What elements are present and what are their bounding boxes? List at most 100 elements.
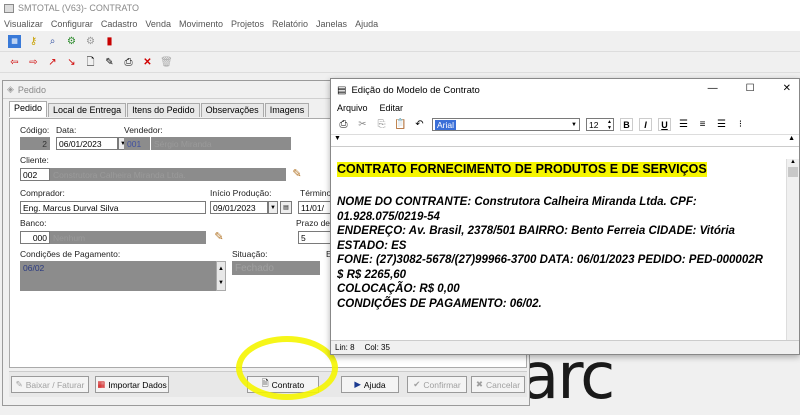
main-toolbar-1: ▦ ⚷ ⌕ ⚙ ⚙ ▮ <box>0 32 800 52</box>
app-titlebar: SMTOTAL (V63)- CONTRATO <box>0 0 800 16</box>
prazo-field[interactable]: 5 <box>298 231 334 244</box>
menu-projetos[interactable]: Projetos <box>231 19 264 29</box>
ruler-indent-marker-icon[interactable]: ▼ <box>334 135 341 142</box>
tools-icon[interactable]: ⚙ <box>65 35 78 48</box>
arrow-up-right-icon[interactable]: ↗ <box>46 56 59 69</box>
arrow-left-icon[interactable]: ⇦ <box>8 56 21 69</box>
check-icon: ✔ <box>413 379 421 389</box>
ruler-right-marker-icon[interactable]: ▲ <box>788 135 795 142</box>
menu-arquivo[interactable]: Arquivo <box>337 103 368 113</box>
align-right-icon[interactable]: ☰ <box>715 118 728 131</box>
menu-visualizar[interactable]: Visualizar <box>4 19 43 29</box>
paste-icon[interactable]: 📋 <box>394 118 407 131</box>
exit-door-icon[interactable]: ▮ <box>103 35 116 48</box>
calculator-icon[interactable]: ▦ <box>8 35 21 48</box>
inicio-producao-field[interactable]: 09/01/2023 <box>210 201 268 214</box>
menu-relatorio[interactable]: Relatório <box>272 19 308 29</box>
search-icon[interactable]: ⌕ <box>46 35 59 48</box>
bold-icon[interactable]: B <box>620 118 633 131</box>
copy-icon[interactable]: ⎘ <box>375 118 388 131</box>
banco-edit-pencil-icon[interactable]: ✎ <box>212 230 226 244</box>
menu-ajuda[interactable]: Ajuda <box>355 19 378 29</box>
baixar-label: Baixar / Faturar <box>25 379 85 390</box>
banco-code-field[interactable]: 000 <box>20 231 50 244</box>
close-icon[interactable]: ✕ <box>783 83 791 94</box>
vendedor-name-field: Sérgio Miranda <box>151 137 291 150</box>
menu-editar[interactable]: Editar <box>380 103 404 113</box>
undo-icon[interactable]: ↶ <box>413 118 426 131</box>
cliente-code-field[interactable]: 002 <box>20 168 50 181</box>
edit-document-icon[interactable]: ✎ <box>103 56 116 69</box>
editor-ruler[interactable]: ▼ ▲ <box>331 135 799 147</box>
cut-icon[interactable]: ✂ <box>356 118 369 131</box>
comprador-label: Comprador: <box>20 188 65 198</box>
tab-imagens[interactable]: Imagens <box>264 103 310 117</box>
condicoes-label: Condições de Pagamento: <box>20 249 121 259</box>
contract-line: $ R$ 2265,60 <box>337 268 407 281</box>
font-select[interactable]: Arial ▼ <box>432 118 580 131</box>
yellow-annotation-circle <box>236 336 338 400</box>
situacao-field: Fechado <box>232 261 320 275</box>
calendar-icon[interactable]: ▤ <box>280 201 292 214</box>
cancelar-button[interactable]: ✖ Cancelar <box>471 376 525 393</box>
tab-local-entrega[interactable]: Local de Entrega <box>48 103 127 117</box>
contract-heading: CONTRATO FORNECIMENTO DE PRODUTOS E DE S… <box>337 162 707 177</box>
termino-label: Término: <box>300 188 334 198</box>
align-center-icon[interactable]: ≡ <box>696 118 709 131</box>
chevron-down-icon: ▼ <box>571 121 577 128</box>
minimize-icon[interactable]: — <box>708 83 718 94</box>
scroll-up-arrow-icon[interactable]: ▲ <box>787 159 799 165</box>
condicoes-field: 06/02 <box>20 261 226 291</box>
contract-line: 01.928.075/0219-54 <box>337 210 440 223</box>
align-left-icon[interactable]: ☰ <box>677 118 690 131</box>
editor-vertical-scrollbar[interactable]: ▲ <box>786 159 799 342</box>
underline-icon[interactable]: U <box>658 118 671 131</box>
bullet-list-icon[interactable]: ⁝ <box>734 118 747 131</box>
arrow-down-right-icon[interactable]: ↘ <box>65 56 78 69</box>
status-column: Col: 35 <box>364 343 390 352</box>
scroll-thumb[interactable] <box>788 167 798 177</box>
menu-janelas[interactable]: Janelas <box>316 19 347 29</box>
editor-statusbar: Lin: 8 Col: 35 <box>331 340 799 354</box>
settings-icon[interactable]: ⚙ <box>84 35 97 48</box>
inicio-dropdown-button[interactable]: ▼ <box>268 201 278 214</box>
ajuda-button[interactable]: ▶ Ajuda <box>341 376 399 393</box>
delete-icon[interactable]: ✕ <box>141 56 154 69</box>
menu-venda[interactable]: Venda <box>145 19 171 29</box>
contract-line: ENDEREÇO: Av. Brasil, 2378/501 BAIRRO: B… <box>337 225 735 237</box>
italic-icon[interactable]: I <box>639 118 652 131</box>
baixar-faturar-button[interactable]: ✎ Baixar / Faturar <box>11 376 89 393</box>
trash-icon[interactable]: 🗑 <box>160 56 173 69</box>
status-line: Lin: 8 <box>335 343 355 352</box>
contract-line-blank <box>337 177 787 195</box>
pedido-tabs: Pedido Local de Entrega Itens do Pedido … <box>9 101 310 117</box>
pedido-title: Pedido <box>17 84 46 95</box>
print-icon[interactable]: ⎙ <box>337 118 350 131</box>
tab-itens-pedido[interactable]: Itens do Pedido <box>127 103 200 117</box>
size-select[interactable]: 12 ▲ ▼ <box>586 118 614 131</box>
print-icon[interactable]: ⎙ <box>122 56 135 69</box>
inicio-producao-label: Início Produção: <box>210 188 272 198</box>
data-field[interactable]: 06/01/2023 <box>56 137 118 150</box>
maximize-icon[interactable]: ☐ <box>746 83 755 94</box>
tab-observacoes[interactable]: Observações <box>200 103 264 117</box>
condicoes-scrollbar[interactable]: ▲ ▼ <box>216 261 226 291</box>
arrow-right-icon[interactable]: ⇨ <box>27 56 40 69</box>
contract-line: CONDIÇÕES DE PAGAMENTO: 06/02. <box>337 297 542 310</box>
importar-dados-button[interactable]: ▦ Importar Dados <box>95 376 169 393</box>
menu-configurar[interactable]: Configurar <box>51 19 93 29</box>
size-chevron-icon: ▲ ▼ <box>607 118 612 131</box>
menu-cadastro[interactable]: Cadastro <box>101 19 138 29</box>
termino-field[interactable]: 11/01/ <box>298 201 334 214</box>
window-controls: — ☐ ✕ <box>708 83 791 94</box>
confirmar-button[interactable]: ✔ Confirmar <box>407 376 467 393</box>
contract-document[interactable]: CONTRATO FORNECIMENTO DE PRODUTOS E DE S… <box>333 159 787 339</box>
new-document-icon[interactable]: 🗋 <box>84 56 97 69</box>
menu-movimento[interactable]: Movimento <box>179 19 223 29</box>
key-icon[interactable]: ⚷ <box>27 35 40 48</box>
background-logo: arc <box>520 340 615 414</box>
cliente-edit-pencil-icon[interactable]: ✎ <box>290 167 304 181</box>
tab-pedido[interactable]: Pedido <box>9 101 48 117</box>
contract-line: COLOCAÇÃO: R$ 0,00 <box>337 283 460 295</box>
comprador-field[interactable]: Eng. Marcus Durval Silva <box>20 201 206 214</box>
